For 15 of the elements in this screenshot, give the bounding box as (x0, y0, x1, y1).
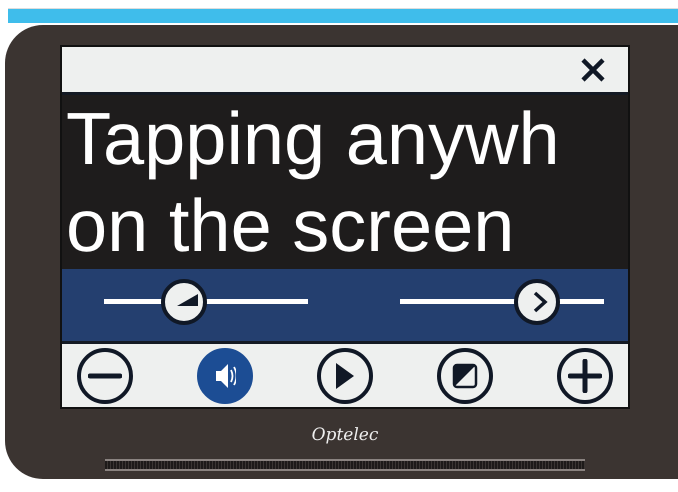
contrast-icon (452, 362, 478, 388)
slider-thumb[interactable] (514, 279, 560, 325)
close-icon[interactable] (580, 56, 606, 82)
plus-icon (568, 358, 602, 392)
play-button[interactable] (317, 348, 373, 404)
slider-thumb[interactable] (160, 279, 207, 325)
play-icon (335, 362, 355, 390)
speaker-icon (214, 362, 236, 388)
document-text-line: on the screen (66, 183, 514, 269)
zoom-out-button[interactable] (77, 348, 133, 404)
document-text-line: Tapping anywh (66, 96, 560, 182)
zoom-in-button[interactable] (557, 348, 613, 404)
contrast-button[interactable] (437, 348, 493, 404)
brand-logo: Optelec (312, 425, 378, 445)
minus-icon (88, 372, 122, 378)
